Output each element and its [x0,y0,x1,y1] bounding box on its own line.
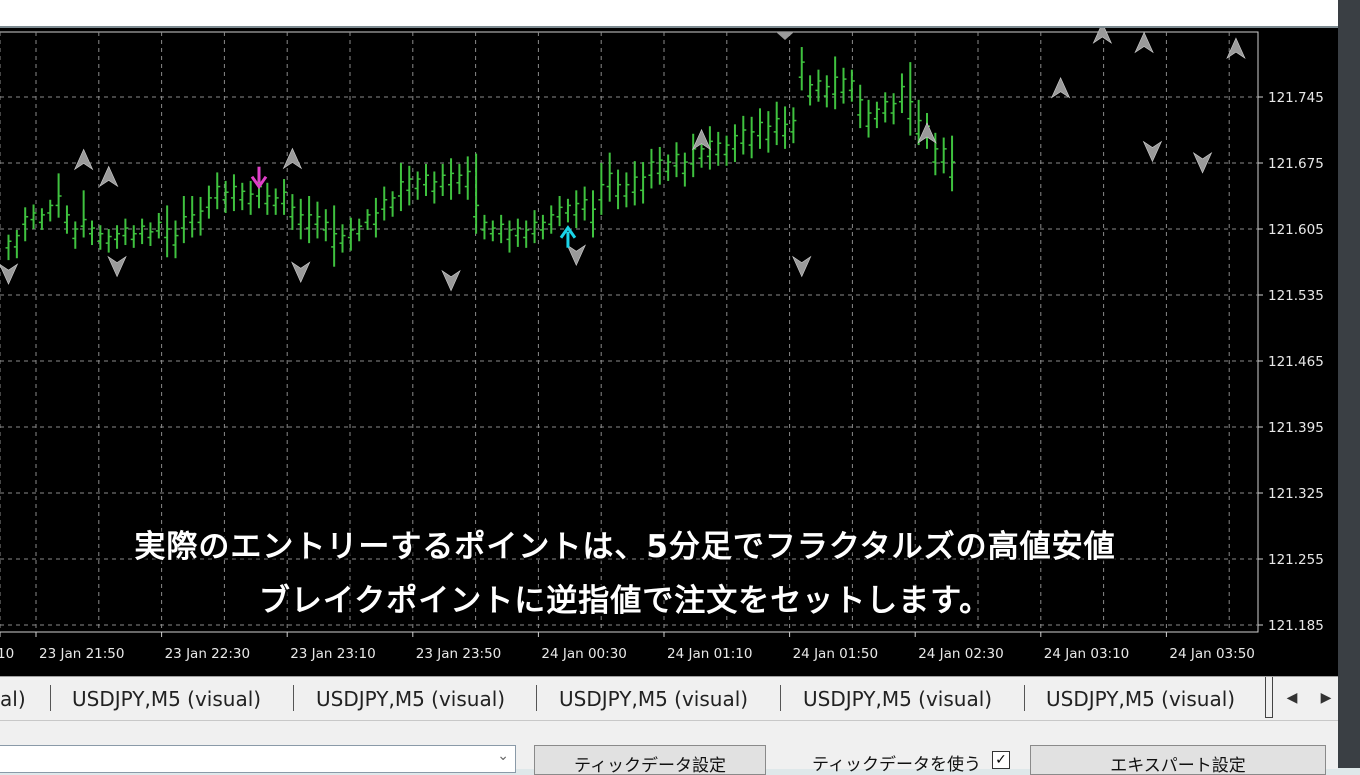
tab-divider [780,685,781,711]
fractal-up-icon [282,147,303,170]
chart-tab[interactable]: USDJPY,M5 (visual) [316,685,505,713]
fractal-down-icon [291,261,311,283]
price-label: 121.675 [1268,156,1324,172]
price-label: 121.325 [1268,486,1324,502]
chart-canvas: 121.745 121.675 121.605 121.535 121.465 121.3… [0,28,1324,662]
active-tab-edge [1265,677,1273,718]
tester-settings-panel: ⌄ ティックデータ設定 ティックデータを使う ✓ エキスパート設定 [0,720,1338,775]
plot-frame [0,31,1259,633]
time-label: 24 Jan 00:30 [541,646,626,662]
time-label: 24 Jan 02:30 [918,646,1003,662]
time-label: 24 Jan 03:10 [1044,646,1129,662]
price-label: 121.255 [1268,552,1324,568]
fractal-up-icon [73,148,94,171]
price-label: 121.395 [1268,420,1324,436]
fractal-down-icon [0,263,19,285]
time-label: 24 Jan 01:10 [667,646,752,662]
tab-divider [536,685,537,711]
use-tick-data-label: ティックデータを使う [812,755,981,775]
chart-tab[interactable]: USDJPY,M5 (visual) [803,685,992,713]
time-label: 23 Jan 21:50 [39,646,124,662]
buy-arrow-icon [559,225,577,248]
fractal-up-icon [1134,31,1154,54]
window-top-strip [0,0,1338,28]
time-label: 23 Jan 23:50 [416,646,501,662]
chevron-down-icon[interactable]: ⌄ [497,748,509,764]
chart-tab[interactable]: USDJPY,M5 (visual) [559,685,748,713]
expert-settings-button[interactable]: エキスパート設定 [1030,745,1326,775]
chart-tab[interactable]: al) [0,685,26,713]
price-label: 121.465 [1268,354,1324,370]
tab-divider [50,685,51,711]
fractal-down-icon [107,255,127,278]
chart-tab[interactable]: USDJPY,M5 (visual) [72,685,261,713]
time-label: 23 Jan 23:10 [290,646,375,662]
fractal-down-icon [792,255,812,278]
fractal-up-icon [1050,76,1071,99]
chart-tab-bar: al) USDJPY,M5 (visual) USDJPY,M5 (visual… [0,676,1338,721]
price-chart[interactable]: 121.745 121.675 121.605 121.535 121.465 121.3… [0,28,1338,676]
tick-data-settings-button[interactable]: ティックデータ設定 [534,745,766,775]
tab-scroll-left-icon[interactable]: ◀ [1282,687,1302,709]
time-label: 23 Jan 22:30 [165,646,250,662]
tab-divider [293,685,294,711]
fractal-down-icon [776,32,794,40]
time-label: 24 Jan 01:50 [793,646,878,662]
chart-tab-active[interactable]: USDJPY,M5 (visual) [1046,685,1235,713]
fractal-down-icon [441,269,461,292]
price-label: 121.535 [1268,288,1324,304]
price-label: 121.745 [1268,90,1324,106]
expert-select[interactable]: ⌄ [0,745,516,773]
fractal-up-icon [98,165,119,188]
use-tick-data-checkbox[interactable]: ✓ [992,751,1010,769]
tab-divider [1024,685,1025,711]
fractal-down-icon [1142,140,1163,163]
price-label: 121.605 [1268,222,1324,238]
time-label: 24 Jan 03:50 [1169,646,1254,662]
time-label: 10 [0,646,14,662]
tab-scroll-right-icon[interactable]: ▶ [1316,687,1336,709]
fractal-down-icon [566,244,587,266]
fractal-up-icon [1092,28,1113,44]
price-label: 121.185 [1268,618,1324,634]
window-right-edge [1338,0,1360,768]
